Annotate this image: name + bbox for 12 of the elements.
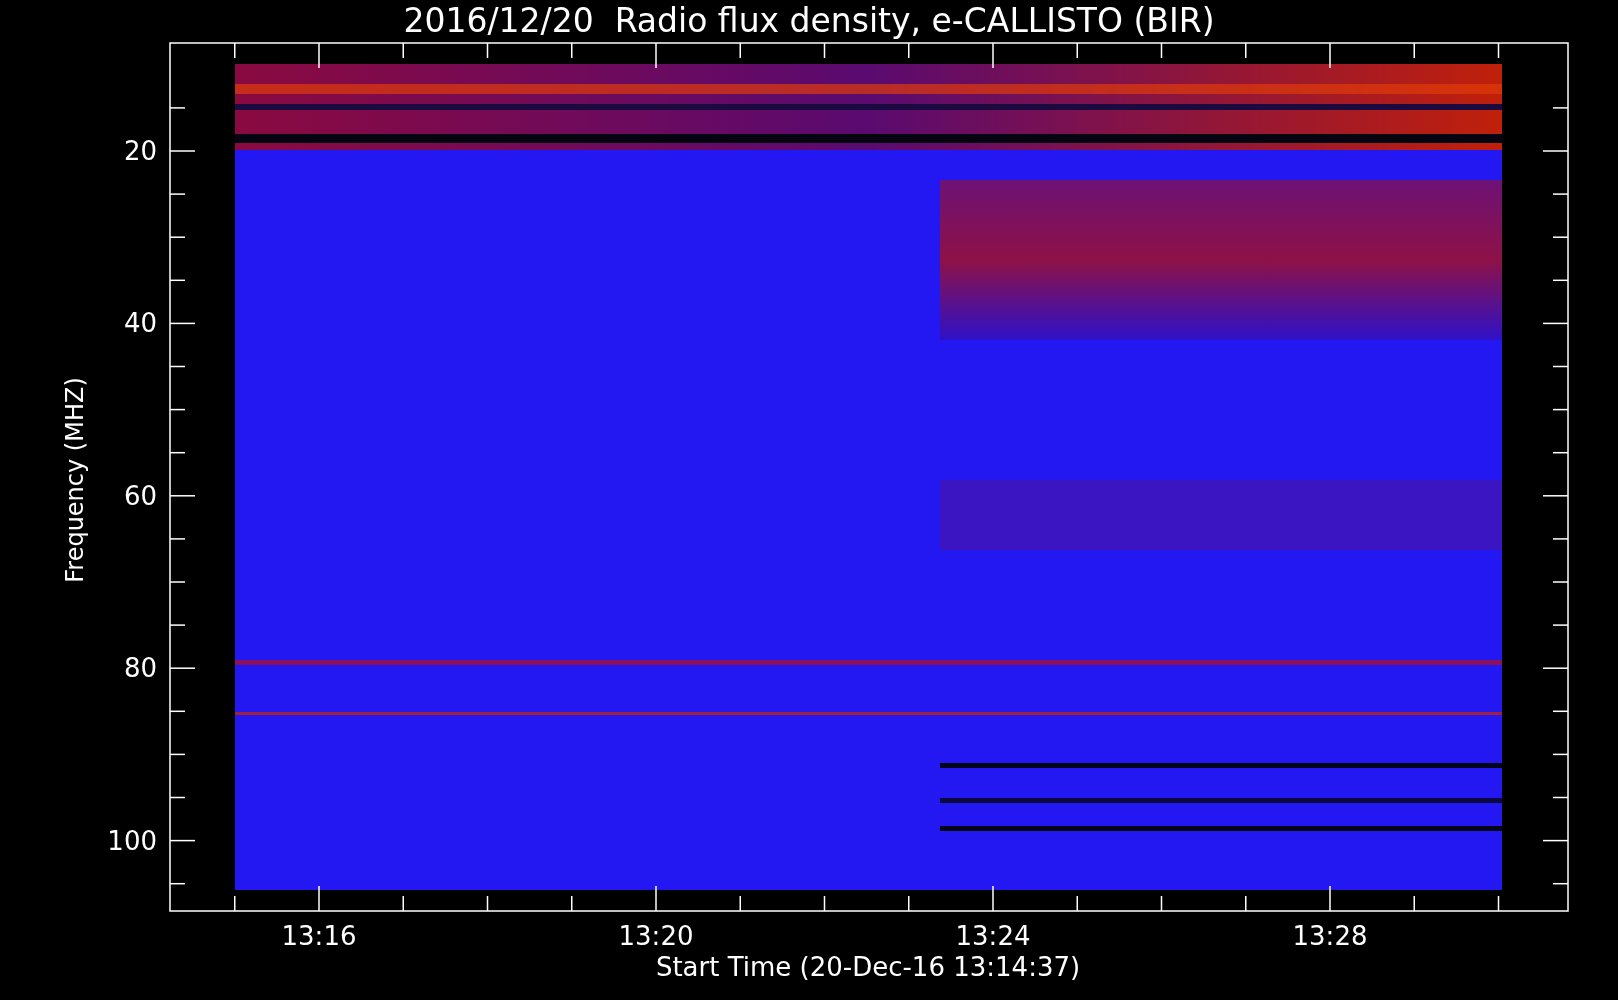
axis-tick-label: 80 [123, 653, 157, 684]
axis-tick-label: 13:16 [281, 921, 357, 951]
axis-tick-label: 13:24 [955, 921, 1031, 951]
axis-title: Start Time (20-Dec-16 13:14:37) [655, 952, 1081, 982]
axis-tick-label: 100 [107, 825, 157, 856]
axis-tick-label: 20 [123, 136, 157, 166]
axis-tick-label: 40 [123, 308, 157, 339]
axis-tick-label: 13:20 [618, 921, 694, 951]
chart-title: 2016/12/20 Radio flux density, e-CALLISTO (BIR) [403, 1, 1215, 40]
axis-title: Frequency (MHZ) [61, 377, 89, 583]
axis-tick-label: 60 [123, 480, 157, 511]
axis-tick-label: 13:28 [1292, 921, 1368, 951]
